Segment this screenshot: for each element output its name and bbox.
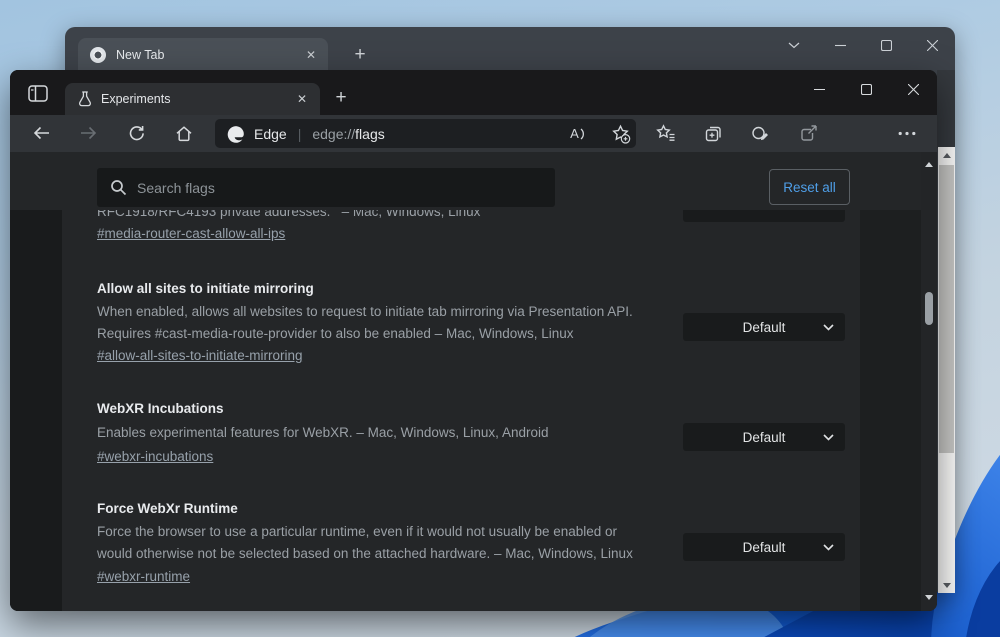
flag-title: Force WebXr Runtime (97, 501, 238, 516)
flag-link[interactable]: #webxr-runtime (97, 569, 190, 584)
clipped-flag-description: RFC1918/RFC4193 private addresses. – Mac… (97, 210, 697, 220)
back-button[interactable] (28, 119, 56, 147)
add-favorite-button[interactable] (607, 120, 634, 147)
chevron-down-icon (823, 434, 834, 441)
background-window-controls (771, 29, 955, 61)
search-input[interactable] (137, 180, 517, 196)
close-tab-icon[interactable]: ✕ (306, 49, 316, 61)
home-button[interactable] (170, 119, 198, 147)
new-tab-favicon-icon (90, 47, 106, 63)
flag-description: Requires #cast-media-route-provider to a… (97, 326, 574, 341)
forward-button[interactable] (74, 119, 102, 147)
flag-description: Force the browser to use a particular ru… (97, 524, 617, 539)
flag-title: WebXR Incubations (97, 401, 224, 416)
read-aloud-button[interactable]: A (565, 120, 592, 147)
flag-link[interactable]: #webxr-incubations (97, 449, 213, 464)
maximize-button[interactable] (863, 29, 909, 61)
site-label: Edge (254, 126, 287, 142)
read-aloud-icon: A (570, 126, 579, 141)
close-window-button[interactable] (909, 29, 955, 61)
scrollbar-thumb[interactable] (939, 165, 954, 453)
web-capture-icon (750, 124, 770, 143)
page-left-gutter (10, 210, 62, 611)
close-tab-icon[interactable]: ✕ (297, 93, 307, 105)
flag-dropdown[interactable]: Default (683, 423, 845, 451)
background-window-edge (937, 70, 955, 148)
chevron-down-icon (823, 544, 834, 551)
page-scrollbar[interactable] (921, 152, 937, 611)
search-icon (110, 179, 127, 196)
settings-menu-button[interactable] (893, 119, 921, 147)
close-window-button[interactable] (890, 70, 937, 108)
share-icon (799, 124, 818, 143)
scroll-down-icon[interactable] (938, 577, 955, 593)
flag-link[interactable]: #media-router-cast-allow-all-ips (97, 226, 285, 241)
refresh-button[interactable] (122, 119, 150, 147)
maximize-button[interactable] (843, 70, 890, 108)
window-controls (796, 70, 937, 108)
background-tab-title: New Tab (116, 48, 164, 62)
reset-all-button[interactable]: Reset all (769, 169, 850, 205)
background-tab-new-tab[interactable]: New Tab ✕ (78, 38, 328, 71)
tab-experiments[interactable]: Experiments ✕ (65, 83, 320, 115)
flag-dropdown[interactable]: Default (683, 313, 845, 341)
collections-button[interactable] (699, 119, 727, 147)
chevron-down-icon[interactable] (771, 29, 817, 61)
minimize-button[interactable] (796, 70, 843, 108)
tab-strip: Experiments ✕ + (10, 70, 937, 115)
tab-title: Experiments (101, 92, 170, 106)
flag-description: When enabled, allows all websites to req… (97, 304, 633, 319)
flags-header: Reset all (10, 152, 921, 210)
web-capture-button[interactable] (746, 119, 774, 147)
minimize-button[interactable] (817, 29, 863, 61)
flask-icon (78, 91, 92, 107)
search-box[interactable] (97, 168, 555, 207)
edge-browser-window[interactable]: Experiments ✕ + (10, 70, 937, 611)
flag-dropdown[interactable]: Default (683, 533, 845, 561)
browser-toolbar: Edge | edge:// flags A (10, 115, 937, 152)
scroll-up-icon[interactable] (938, 147, 955, 163)
scroll-down-icon[interactable] (921, 589, 937, 605)
more-icon (898, 131, 916, 136)
flag-description: Enables experimental features for WebXR.… (97, 425, 548, 440)
scroll-up-icon[interactable] (921, 156, 937, 172)
new-tab-button[interactable]: + (347, 42, 373, 68)
flag-description: would otherwise not be selected based on… (97, 546, 633, 561)
flags-page: Reset all RFC1918/RFC4193 private addres… (10, 152, 937, 611)
star-list-icon (656, 124, 676, 142)
flag-title: Allow all sites to initiate mirroring (97, 281, 314, 296)
collections-icon (704, 124, 723, 143)
url-scheme: edge:// (312, 126, 355, 142)
url-page: flags (355, 126, 385, 142)
clipped-flag-dropdown[interactable] (683, 210, 845, 222)
background-window-scrollbar[interactable] (938, 147, 955, 593)
chevron-down-icon (823, 324, 834, 331)
desktop: New Tab ✕ + (0, 0, 1000, 637)
edge-logo-icon (227, 125, 245, 143)
scrollbar-thumb[interactable] (925, 292, 933, 325)
new-tab-button[interactable]: + (328, 85, 354, 111)
page-right-gutter (860, 210, 921, 611)
flag-link[interactable]: #allow-all-sites-to-initiate-mirroring (97, 348, 303, 363)
share-button[interactable] (794, 119, 822, 147)
favorites-button[interactable] (652, 119, 680, 147)
star-plus-icon (611, 124, 631, 144)
address-separator: | (298, 126, 302, 142)
tab-actions-menu-button[interactable] (25, 81, 51, 105)
address-bar[interactable]: Edge | edge:// flags A (215, 119, 636, 148)
